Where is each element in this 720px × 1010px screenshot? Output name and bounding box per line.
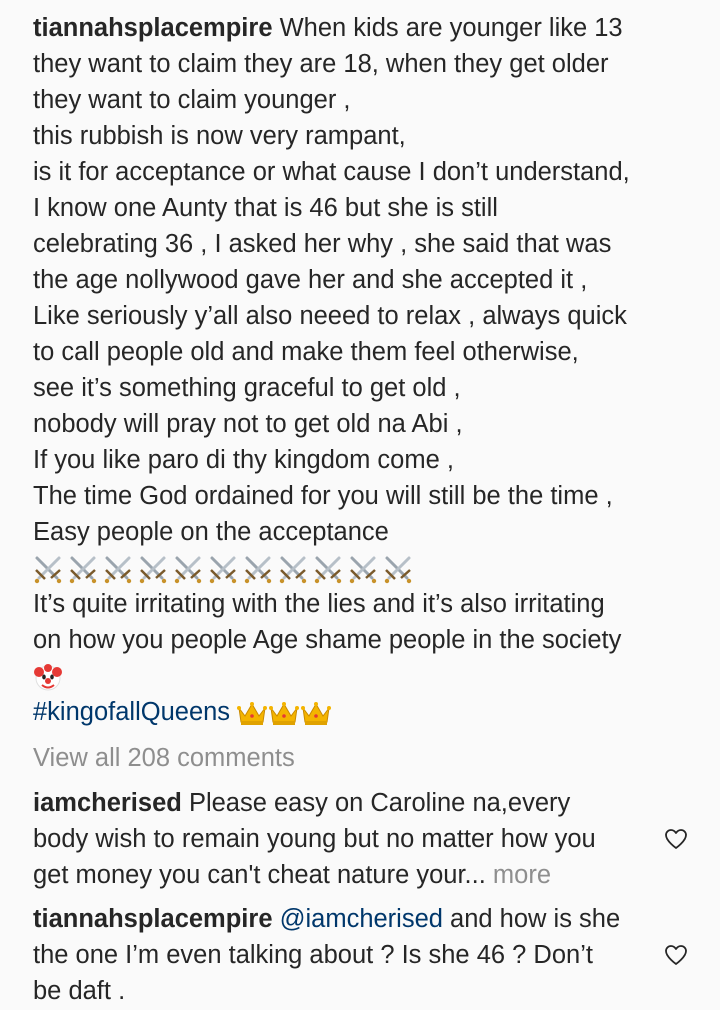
- crossed-swords-emoji-row: [33, 550, 693, 586]
- hashtag-link[interactable]: #kingofallQueens: [33, 698, 230, 726]
- caption-line: on how you people Age shame people in th…: [33, 626, 622, 654]
- crown-emoji-group: [237, 698, 333, 726]
- comment-text: get money you can't cheat nature your...: [33, 861, 486, 889]
- view-all-comments-link[interactable]: View all 208 comments: [33, 740, 295, 776]
- caption-line: If you like paro di thy kingdom come ,: [33, 446, 454, 474]
- caption-line: they want to claim they are 18, when the…: [33, 50, 609, 78]
- clown-face-icon: [34, 664, 62, 691]
- crossed-swords-icon: [173, 554, 203, 584]
- caption-line: Like seriously y’all also neeed to relax…: [33, 302, 627, 330]
- caption-line: nobody will pray not to get old na Abi ,: [33, 410, 463, 438]
- caption-line: tiannahsplacempire When kids are younger…: [33, 10, 693, 46]
- crown-icon: [269, 700, 299, 726]
- post-username[interactable]: tiannahsplacempire: [33, 14, 273, 42]
- crossed-swords-icon: [243, 554, 273, 584]
- post-caption: tiannahsplacempire When kids are younger…: [33, 10, 693, 730]
- caption-text: When kids are younger like 13: [279, 14, 623, 42]
- crown-icon: [237, 700, 267, 726]
- crossed-swords-icon: [278, 554, 308, 584]
- crossed-swords-icon: [348, 554, 378, 584]
- comment-text: Please easy on Caroline na,every: [188, 789, 571, 817]
- crossed-swords-icon: [68, 554, 98, 584]
- comment-text: be daft .: [33, 977, 126, 1005]
- caption-line: to call people old and make them feel ot…: [33, 338, 579, 366]
- crossed-swords-icon: [138, 554, 168, 584]
- comment-username[interactable]: tiannahsplacempire: [33, 905, 273, 933]
- comment-item: tiannahsplacempire @iamcherised and how …: [33, 901, 663, 1009]
- more-link[interactable]: more: [493, 861, 551, 889]
- comment-text: and how is she: [450, 905, 621, 933]
- caption-line: I know one Aunty that is 46 but she is s…: [33, 194, 498, 222]
- caption-line: Easy people on the acceptance: [33, 518, 389, 546]
- heart-icon[interactable]: [664, 943, 688, 967]
- caption-line: It’s quite irritating with the lies and …: [33, 590, 605, 618]
- comment-text: the one I’m even talking about ? Is she …: [33, 941, 593, 969]
- comment-text: body wish to remain young but no matter …: [33, 825, 596, 853]
- caption-line: see it’s something graceful to get old ,: [33, 374, 461, 402]
- caption-line: this rubbish is now very rampant,: [33, 122, 406, 150]
- caption-line: the age nollywood gave her and she accep…: [33, 266, 588, 294]
- crossed-swords-icon: [208, 554, 238, 584]
- crown-icon: [301, 700, 331, 726]
- caption-line: they want to claim younger ,: [33, 86, 351, 114]
- mention-link[interactable]: @iamcherised: [280, 905, 443, 933]
- caption-line: The time God ordained for you will still…: [33, 482, 613, 510]
- clown-emoji-row: [33, 658, 693, 694]
- caption-line: is it for acceptance or what cause I don…: [33, 158, 630, 186]
- heart-icon[interactable]: [664, 827, 688, 851]
- comment-item: iamcherised Please easy on Caroline na,e…: [33, 785, 663, 893]
- comment-username[interactable]: iamcherised: [33, 789, 182, 817]
- crossed-swords-icon: [313, 554, 343, 584]
- caption-line: celebrating 36 , I asked her why , she s…: [33, 230, 612, 258]
- hashtag-line: #kingofallQueens: [33, 694, 693, 730]
- crossed-swords-icon: [33, 554, 63, 584]
- crossed-swords-icon: [383, 554, 413, 584]
- crossed-swords-icon: [103, 554, 133, 584]
